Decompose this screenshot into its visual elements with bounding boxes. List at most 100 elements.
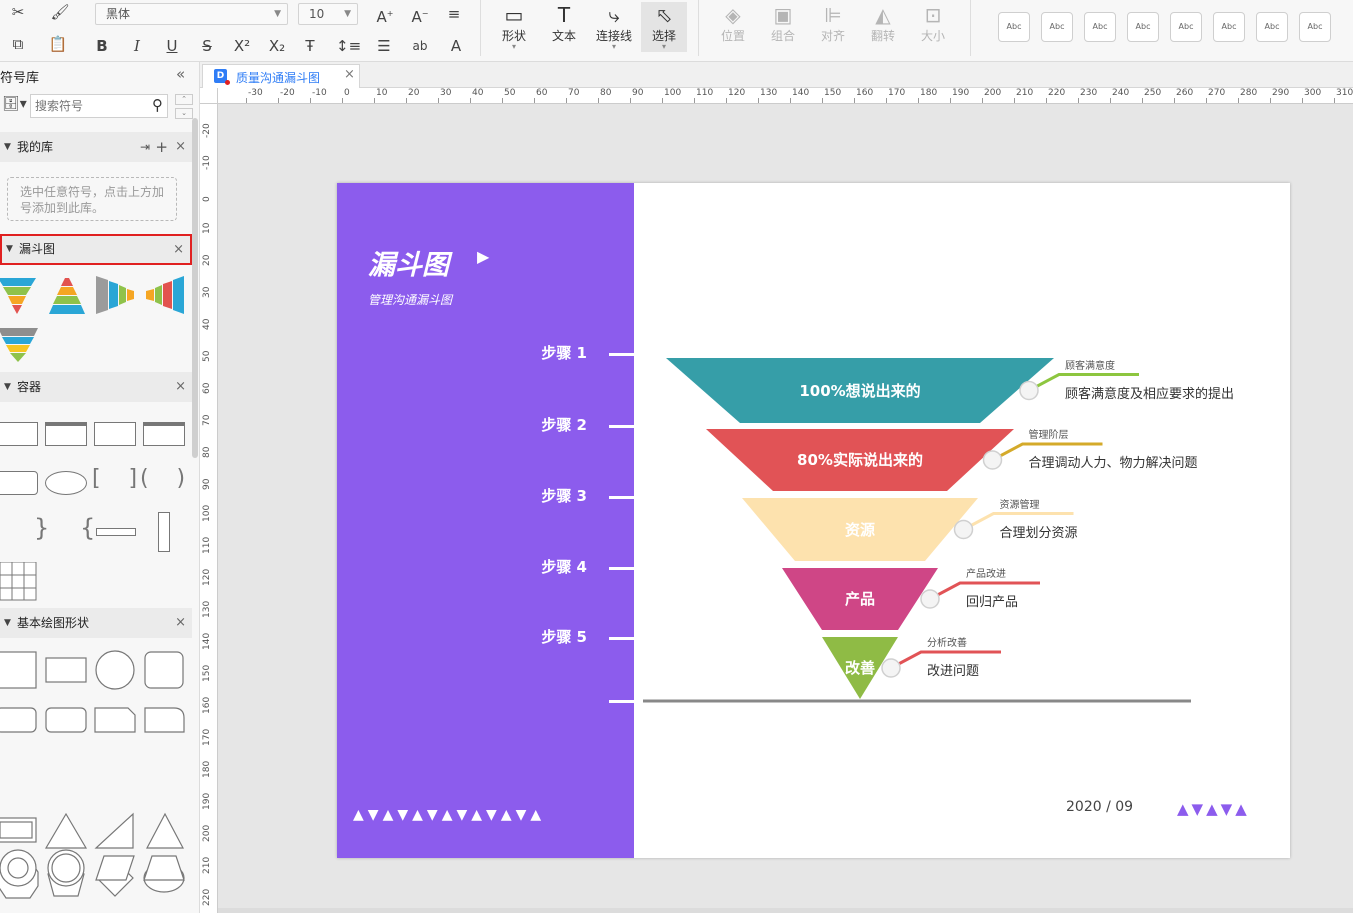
scroll-up-button[interactable]: ⌃ [175, 94, 193, 105]
slide-date[interactable]: 2020 / 09 [1066, 799, 1133, 815]
funnel-shape-thumbnail[interactable] [0, 278, 36, 314]
style-preset[interactable]: Abc [1170, 12, 1202, 42]
text-case-icon[interactable]: ab [410, 36, 430, 56]
italic-icon[interactable]: I [127, 36, 147, 56]
vertical-bar-shape[interactable] [158, 512, 170, 552]
rounded-square-shape[interactable] [144, 651, 184, 689]
arrange-group-button[interactable]: ▣ 组合 [760, 2, 806, 52]
diagram-page[interactable]: 漏斗图 ▶ 管理沟通漏斗图 步骤 1 步骤 2 步骤 3 步骤 4 步骤 5 ▲ ▼ ▲ ▼ ▲… [337, 183, 1290, 858]
canvas[interactable]: 漏斗图 ▶ 管理沟通漏斗图 步骤 1 步骤 2 步骤 3 步骤 4 步骤 5 ▲ ▼ ▲ ▼ ▲… [218, 104, 1353, 913]
annotation-description[interactable]: 顾客满意度及相应要求的提出 [1065, 383, 1234, 402]
font-shrink-icon[interactable]: A− [410, 4, 430, 26]
brace-shape[interactable]: { [80, 514, 95, 542]
round-corner-rectangle-shape[interactable] [144, 707, 185, 733]
container-shape[interactable] [143, 422, 185, 446]
section-basic-shapes[interactable]: ▼ 基本绘图形状 × [0, 608, 192, 638]
tool-text-button[interactable]: T 文本 [541, 2, 587, 52]
font-family-select[interactable]: 黑体 ▼ [95, 3, 288, 25]
close-icon[interactable]: × [175, 372, 186, 402]
brace-shape[interactable]: } [34, 514, 49, 542]
tool-shape-button[interactable]: ▭ 形状 ▾ [491, 2, 537, 52]
style-preset[interactable]: Abc [1299, 12, 1331, 42]
rectangle-shape[interactable] [45, 657, 87, 683]
funnel-layer-label[interactable]: 资源 [750, 519, 970, 540]
font-grow-icon[interactable]: A+ [375, 4, 395, 26]
document-tab[interactable]: D 质量沟通漏斗图 × [202, 64, 360, 88]
subscript-icon[interactable]: X₂ [267, 36, 287, 56]
scroll-down-button[interactable]: ⌄ [175, 108, 193, 119]
rounded-rectangle-shape[interactable] [0, 707, 37, 733]
line-spacing-icon[interactable]: ↕≡ [336, 36, 361, 56]
parallelogram-shape[interactable] [95, 855, 135, 881]
ellipse-container-shape[interactable] [45, 471, 87, 495]
container-shape[interactable] [0, 471, 38, 495]
horizontal-funnel-thumbnail[interactable] [96, 276, 134, 314]
arrange-align-button[interactable]: ⊫ 对齐 [810, 2, 856, 52]
funnel-layer-label[interactable]: 100%想说出来的 [750, 380, 970, 401]
style-preset[interactable]: Abc [998, 12, 1030, 42]
snip-rectangle-shape[interactable] [94, 707, 136, 733]
trapezoid-shape[interactable] [143, 855, 185, 881]
annotation-dot[interactable] [1019, 380, 1039, 401]
close-icon[interactable]: × [175, 132, 186, 162]
funnel-layer-label[interactable]: 产品 [750, 588, 970, 609]
strikethrough-icon[interactable]: S [197, 36, 217, 56]
bold-icon[interactable]: B [92, 36, 112, 56]
circle-shape[interactable] [95, 650, 135, 690]
triangle-shape[interactable] [146, 812, 184, 849]
font-size-select[interactable]: 10 ▼ [298, 3, 358, 25]
annotation-description[interactable]: 合理划分资源 [1000, 522, 1078, 541]
annotation-dot[interactable] [982, 450, 1003, 470]
close-icon[interactable]: × [173, 236, 184, 263]
close-tab-icon[interactable]: × [344, 67, 355, 82]
table-shape[interactable] [0, 562, 40, 602]
superscript-icon[interactable]: X² [232, 36, 252, 56]
close-icon[interactable]: × [175, 608, 186, 638]
text-style-icon[interactable]: Ŧ [300, 36, 320, 56]
arrange-flip-button[interactable]: ◭ 翻转 [860, 2, 906, 52]
style-preset[interactable]: Abc [1127, 12, 1159, 42]
paste-icon[interactable]: 📋 [48, 34, 68, 54]
search-box[interactable]: ⚲ [30, 94, 168, 118]
format-painter-icon[interactable]: 🖌 [50, 2, 70, 22]
font-color-icon[interactable]: A [446, 36, 466, 56]
annotation-description[interactable]: 回归产品 [966, 591, 1018, 610]
square-shape[interactable] [0, 651, 37, 689]
triangle-shape[interactable] [44, 812, 88, 849]
bracket-shape[interactable]: ( ) [140, 466, 185, 491]
list-icon[interactable]: ☰ [374, 36, 394, 56]
align-text-icon[interactable]: ≡ [444, 4, 464, 24]
right-triangle-shape[interactable] [94, 812, 134, 849]
arrange-position-button[interactable]: ◈ 位置 [710, 2, 756, 52]
tool-select-button[interactable]: ⬁ 选择 ▾ [641, 2, 687, 52]
section-my-library[interactable]: ▼ 我的库 ⇥ + × [0, 132, 192, 162]
search-input[interactable] [35, 97, 143, 115]
annotation-description[interactable]: 合理调动人力、物力解决问题 [1029, 452, 1198, 471]
tool-connector-button[interactable]: ⤷ 连接线 ▾ [591, 2, 637, 52]
annotation-title[interactable]: 资源管理 [1000, 496, 1040, 511]
annotation-title[interactable]: 产品改进 [966, 565, 1006, 580]
bar-shape[interactable] [96, 528, 136, 536]
style-preset[interactable]: Abc [1256, 12, 1288, 42]
style-preset[interactable]: Abc [1041, 12, 1073, 42]
section-funnel[interactable]: ▼ 漏斗图 × [0, 234, 192, 265]
style-preset[interactable]: Abc [1084, 12, 1116, 42]
container-shape[interactable] [94, 422, 136, 446]
reverse-funnel-thumbnail[interactable] [146, 276, 184, 314]
rounded-rectangle-shape[interactable] [45, 707, 87, 733]
cut-icon[interactable]: ✂ [8, 2, 28, 22]
panel-scrollbar[interactable] [192, 118, 198, 458]
annotation-title[interactable]: 管理阶层 [1029, 426, 1069, 441]
annotation-title[interactable]: 分析改善 [927, 634, 967, 649]
annotation-title[interactable]: 顾客满意度 [1065, 357, 1115, 372]
underline-icon[interactable]: U [162, 36, 182, 56]
add-icon[interactable]: + [155, 132, 168, 162]
library-menu-icon[interactable]: 🗄▾ [2, 96, 27, 112]
container-shape[interactable] [45, 422, 87, 446]
bracket-shape[interactable]: [ ] [92, 466, 137, 491]
copy-icon[interactable]: ⧉ [8, 34, 28, 54]
arrange-size-button[interactable]: ⊡ 大小 [910, 2, 956, 52]
pyramid-shape-thumbnail[interactable] [49, 278, 85, 314]
collapse-panel-icon[interactable]: « [176, 65, 185, 83]
horizontal-scrollbar[interactable] [218, 908, 1353, 913]
